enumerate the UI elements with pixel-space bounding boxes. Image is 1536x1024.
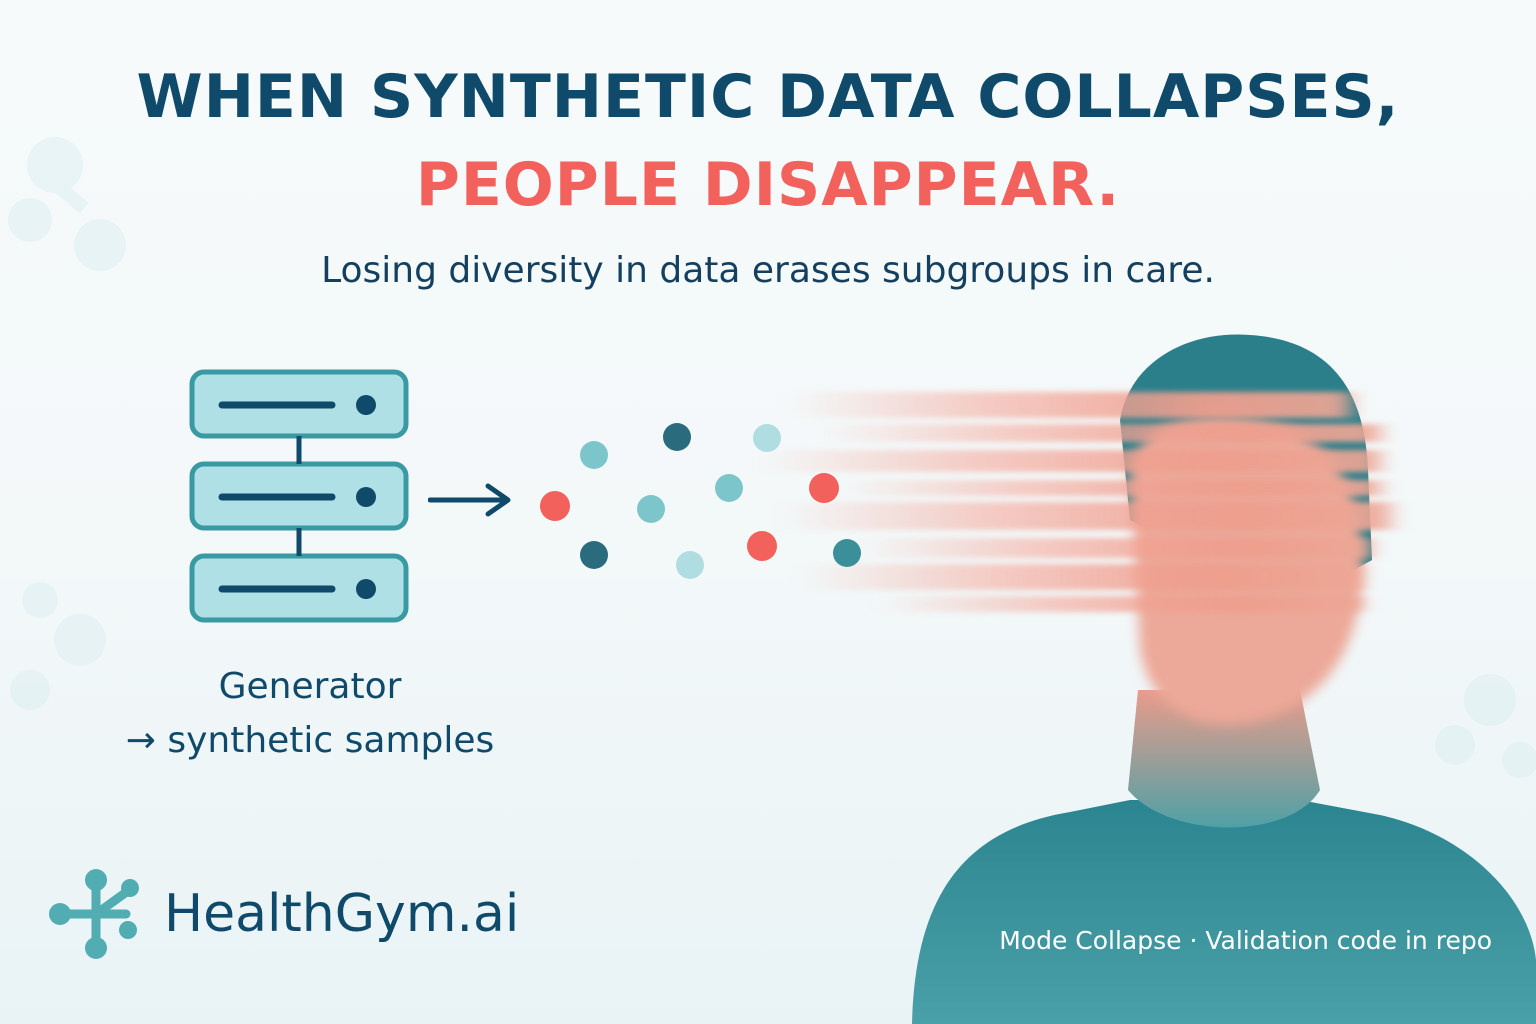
sample-dot	[580, 541, 608, 569]
sample-dot	[809, 473, 839, 503]
sample-dot	[637, 495, 665, 523]
brand: HealthGym.ai	[48, 868, 519, 960]
footer-note: Mode Collapse · Validation code in repo	[999, 926, 1492, 955]
sample-dot	[833, 539, 861, 567]
sample-dot	[540, 491, 570, 521]
brand-name: HealthGym.ai	[164, 884, 520, 944]
sample-dot	[747, 531, 777, 561]
sample-dot	[580, 441, 608, 469]
sample-dot	[753, 424, 781, 452]
healthgym-logo-icon	[49, 869, 139, 959]
sample-dot	[663, 423, 691, 451]
sample-dot	[676, 551, 704, 579]
sample-dot	[715, 474, 743, 502]
sample-dots	[540, 423, 861, 579]
